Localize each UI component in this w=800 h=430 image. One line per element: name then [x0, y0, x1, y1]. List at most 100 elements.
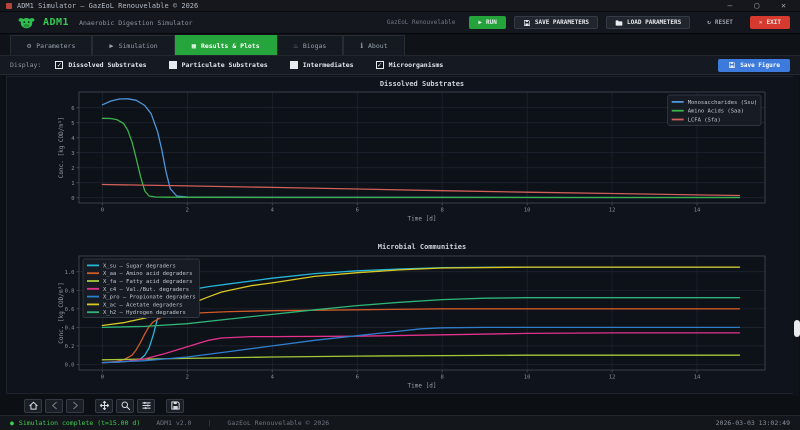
svg-text:X_ac — Acetate degraders: X_ac — Acetate degraders [103, 302, 182, 308]
svg-text:8: 8 [441, 208, 444, 214]
svg-text:0: 0 [101, 208, 104, 214]
chart-title: Dissolved Substrates [380, 80, 464, 88]
svg-text:X_aa — Amino acid degraders: X_aa — Amino acid degraders [103, 271, 192, 277]
exit-button[interactable]: ✕ EXIT [750, 16, 790, 29]
figure-canvas: 024681012140123456Dissolved SubstratesTi… [6, 76, 794, 394]
run-button[interactable]: ▶ RUN [469, 16, 505, 29]
toolbar-subplots-button[interactable] [137, 399, 155, 413]
status-timestamp: 2026-03-03 13:02:49 [716, 419, 790, 427]
toolbar-pan-button[interactable] [95, 399, 113, 413]
folder-icon [615, 19, 623, 27]
scrollbar-track[interactable] [793, 76, 799, 414]
flame-icon: ♨ [294, 42, 298, 50]
svg-text:10: 10 [524, 208, 531, 214]
play-icon: ▶ [478, 20, 482, 26]
svg-text:4: 4 [271, 208, 275, 214]
copyright-label: GazEoL Renouvelable © 2026 [227, 419, 329, 427]
maximize-button[interactable]: ▢ [754, 1, 759, 11]
svg-text:X_h2 — Hydrogen degraders: X_h2 — Hydrogen degraders [103, 310, 186, 316]
toolbar-back-button[interactable] [45, 399, 63, 413]
status-dot: ● [10, 419, 14, 427]
tab-label: Simulation [119, 42, 158, 50]
svg-text:4: 4 [71, 136, 75, 142]
legend: Monosaccharides (Ssu)Amino Acids (Saa)LC… [668, 95, 761, 125]
chart-title: Microbial Communities [378, 243, 467, 251]
tab-label: About [368, 42, 388, 50]
tab-label: Parameters [36, 42, 75, 50]
toolbar-forward-button[interactable] [66, 399, 84, 413]
checkbox-checked-icon: ✓ [376, 61, 384, 69]
svg-text:Amino Acids (Saa): Amino Acids (Saa) [688, 109, 744, 115]
svg-text:14: 14 [694, 208, 701, 214]
svg-text:1.0: 1.0 [65, 270, 75, 276]
x-axis-label: Time [d] [408, 216, 437, 223]
pan-icon [99, 400, 110, 411]
y-axis-label: Conc. [kg COD/m³] [58, 282, 65, 343]
checkbox-unchecked-icon [169, 61, 177, 69]
save-parameters-label: SAVE PARAMETERS [535, 19, 589, 26]
svg-text:X_c4 — Val./But. degraders: X_c4 — Val./But. degraders [103, 287, 189, 293]
svg-text:1: 1 [71, 181, 74, 187]
chart-icon: ▦ [192, 42, 196, 50]
tab-simulation[interactable]: ▶Simulation [92, 35, 174, 55]
svg-text:6: 6 [356, 208, 359, 214]
close-x-icon: ✕ [759, 20, 763, 26]
minimize-button[interactable]: – [728, 1, 733, 11]
reset-button[interactable]: ↻ RESET [698, 16, 742, 29]
checkbox-label: Intermediates [303, 61, 354, 69]
subplots-icon [141, 400, 152, 411]
save-figure-button[interactable]: Save Figure [718, 59, 790, 72]
tab-about[interactable]: ℹ About [343, 35, 404, 55]
tab-parameters[interactable]: ⚙Parameters [10, 35, 92, 55]
svg-text:0.2: 0.2 [65, 344, 75, 350]
svg-text:5: 5 [71, 121, 74, 127]
close-button[interactable]: ✕ [781, 1, 786, 11]
svg-text:3: 3 [71, 151, 74, 157]
status-bar: ● Simulation complete (t=15.00 d) ADM1 v… [0, 415, 800, 430]
load-parameters-button[interactable]: LOAD PARAMETERS [606, 16, 690, 29]
svg-text:6: 6 [356, 375, 359, 381]
svg-text:X_fa — Fatty acid degraders: X_fa — Fatty acid degraders [103, 279, 192, 285]
display-checkbox-microorganisms[interactable]: ✓ Microorganisms [376, 61, 444, 69]
svg-text:10: 10 [524, 375, 531, 381]
display-checkbox-intermediates[interactable]: Intermediates [290, 61, 354, 69]
svg-text:0: 0 [101, 375, 104, 381]
save-parameters-button[interactable]: SAVE PARAMETERS [514, 16, 598, 29]
toolbar-zoom-button[interactable] [116, 399, 134, 413]
svg-text:X_pro — Propionate degraders: X_pro — Propionate degraders [103, 295, 196, 301]
svg-text:0.6: 0.6 [65, 307, 75, 313]
reset-button-label: RESET [715, 19, 733, 26]
home-icon [28, 400, 39, 411]
run-button-label: RUN [486, 19, 497, 26]
microbial-communities-chart: 024681012140.00.20.40.60.81.0Microbial C… [7, 236, 793, 395]
svg-text:Monosaccharides (Ssu): Monosaccharides (Ssu) [688, 100, 758, 106]
display-checkbox-particulate-substrates[interactable]: Particulate Substrates [169, 61, 268, 69]
svg-text:0.0: 0.0 [65, 362, 75, 368]
svg-text:X_su — Sugar degraders: X_su — Sugar degraders [103, 263, 176, 269]
info-icon: ℹ [360, 42, 363, 50]
zoom-icon [120, 400, 131, 411]
floppy-icon [728, 61, 736, 69]
exit-button-label: EXIT [767, 19, 781, 26]
tab-biogas[interactable]: ♨Biogas [277, 35, 344, 55]
brand-label: GazEoL Renouvelable [387, 19, 456, 26]
svg-text:0.8: 0.8 [65, 288, 75, 294]
scrollbar-thumb[interactable] [794, 320, 800, 337]
svg-text:8: 8 [441, 375, 444, 381]
toolbar-save-button[interactable] [166, 399, 184, 413]
window-controls: – ▢ ✕ [728, 1, 794, 11]
display-bar: Display: ✓Dissolved SubstratesParticulat… [0, 56, 800, 75]
toolbar-home-button[interactable] [24, 399, 42, 413]
cow-logo-icon [18, 15, 35, 30]
display-checkbox-dissolved-substrates[interactable]: ✓Dissolved Substrates [55, 61, 146, 69]
checkbox-label: Microorganisms [389, 61, 444, 69]
floppy-icon [523, 19, 531, 27]
window-titlebar: ADM1 Simulator — GazEoL Renouvelable © 2… [0, 0, 800, 12]
tab-results-plots[interactable]: ▦Results & Plots [175, 35, 277, 55]
app-header: ADM1 Anaerobic Digestion Simulator GazEo… [0, 12, 800, 34]
window-title: ADM1 Simulator — GazEoL Renouvelable © 2… [17, 2, 198, 10]
checkbox-label: Particulate Substrates [182, 61, 268, 69]
svg-text:2: 2 [186, 208, 189, 214]
svg-text:4: 4 [271, 375, 275, 381]
svg-text:6: 6 [71, 106, 74, 112]
